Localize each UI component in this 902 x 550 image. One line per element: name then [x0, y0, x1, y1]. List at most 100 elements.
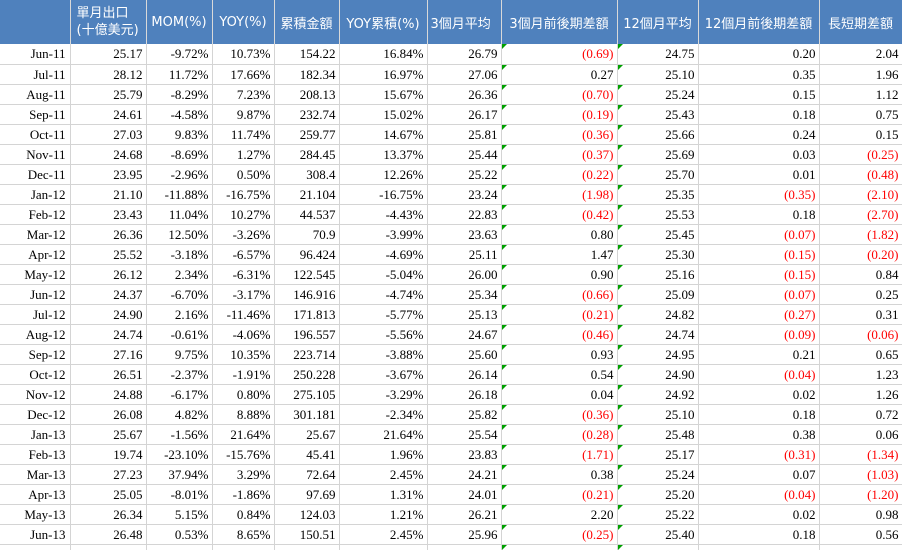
cell-mom[interactable]: -11.88% [146, 184, 213, 205]
cell-monthly-export[interactable]: 26.12 [70, 264, 147, 285]
cell-month[interactable]: Aug-11 [0, 84, 71, 105]
cell-mom[interactable]: 0.53% [146, 524, 213, 545]
cell-long-short-diff[interactable]: (0.25) [819, 144, 902, 165]
cell-mom[interactable]: -2.37% [146, 364, 213, 385]
cell-3m-diff[interactable]: 1.47 [501, 244, 618, 265]
cell-yoy-cumulative[interactable]: 21.64% [339, 424, 428, 445]
cell-long-short-diff[interactable]: (0.20) [819, 244, 902, 265]
cell-3m-diff[interactable]: 0.38 [501, 464, 618, 485]
cell-mom[interactable]: 2.34% [146, 264, 213, 285]
cell-mom[interactable]: 11.04% [146, 204, 213, 225]
cell-month[interactable]: Jul-13 [0, 544, 71, 550]
cell-12m-diff[interactable]: 0.03 [698, 144, 820, 165]
cell-12m-avg[interactable]: 25.16 [617, 264, 699, 285]
cell-long-short-diff[interactable]: 0.25 [819, 284, 902, 305]
cell-monthly-export[interactable]: 21.10 [70, 184, 147, 205]
cell-monthly-export[interactable]: 23.95 [70, 164, 147, 185]
cell-yoy-cumulative[interactable]: -4.69% [339, 244, 428, 265]
cell-cumulative[interactable]: 45.41 [274, 444, 340, 465]
cell-yoy[interactable]: 10.27% [212, 204, 275, 225]
cell-monthly-export[interactable]: 26.08 [70, 404, 147, 425]
cell-yoy[interactable]: 1.62% [212, 544, 275, 550]
cell-3m-diff[interactable]: (0.37) [501, 144, 618, 165]
cell-12m-diff[interactable]: (0.27) [698, 304, 820, 325]
cell-month[interactable]: Jul-11 [0, 64, 71, 85]
header-cell-yoy-cumulative[interactable]: YOY累積(%) [339, 0, 428, 44]
cell-yoy-cumulative[interactable]: 15.02% [339, 104, 428, 125]
cell-yoy[interactable]: 1.27% [212, 144, 275, 165]
cell-3m-diff[interactable]: 0.80 [501, 224, 618, 245]
cell-3m-diff[interactable]: 0.27 [501, 64, 618, 85]
cell-yoy-cumulative[interactable]: -3.99% [339, 224, 428, 245]
cell-month[interactable]: Jan-13 [0, 424, 71, 445]
header-cell-monthly-export[interactable]: 單月出口 (十億美元) [70, 0, 147, 44]
cell-12m-diff[interactable]: (0.07) [698, 224, 820, 245]
cell-12m-avg[interactable]: 25.24 [617, 84, 699, 105]
cell-12m-avg[interactable]: 25.35 [617, 184, 699, 205]
cell-long-short-diff[interactable]: 1.23 [819, 364, 902, 385]
cell-mom[interactable]: 9.83% [146, 124, 213, 145]
cell-12m-avg[interactable]: 25.43 [617, 104, 699, 125]
cell-monthly-export[interactable]: 25.05 [70, 484, 147, 505]
cell-long-short-diff[interactable]: (1.34) [819, 444, 902, 465]
cell-mom[interactable]: 9.75% [146, 344, 213, 365]
cell-yoy[interactable]: 3.29% [212, 464, 275, 485]
cell-month[interactable]: May-13 [0, 504, 71, 525]
cell-12m-avg[interactable]: 25.48 [617, 424, 699, 445]
header-cell-long-short-diff[interactable]: 長短期差額 [819, 0, 902, 44]
cell-3m-avg[interactable]: 27.06 [427, 64, 502, 85]
cell-3m-diff[interactable]: (0.28) [501, 424, 618, 445]
cell-3m-diff[interactable]: (0.22) [501, 164, 618, 185]
cell-3m-avg[interactable]: 26.17 [427, 104, 502, 125]
cell-mom[interactable]: -2.96% [146, 164, 213, 185]
cell-yoy[interactable]: 17.66% [212, 64, 275, 85]
cell-month[interactable]: Jun-12 [0, 284, 71, 305]
cell-12m-diff[interactable]: 0.07 [698, 464, 820, 485]
cell-yoy[interactable]: -15.76% [212, 444, 275, 465]
cell-month[interactable]: Jun-11 [0, 44, 71, 65]
cell-12m-avg[interactable]: 25.53 [617, 204, 699, 225]
cell-12m-diff[interactable]: 0.18 [698, 204, 820, 225]
cell-long-short-diff[interactable]: 0.65 [819, 344, 902, 365]
cell-3m-avg[interactable]: 23.63 [427, 224, 502, 245]
cell-cumulative[interactable]: 259.77 [274, 124, 340, 145]
cell-3m-avg[interactable]: 24.67 [427, 324, 502, 345]
cell-yoy-cumulative[interactable]: 16.84% [339, 44, 428, 65]
cell-12m-diff[interactable]: 0.21 [698, 344, 820, 365]
cell-3m-diff[interactable]: (0.70) [501, 84, 618, 105]
cell-mom[interactable]: -8.01% [146, 484, 213, 505]
cell-mom[interactable]: -1.56% [146, 424, 213, 445]
cell-monthly-export[interactable]: 25.52 [70, 244, 147, 265]
cell-12m-diff[interactable]: (0.04) [698, 364, 820, 385]
cell-mom[interactable]: -4.46% [146, 544, 213, 550]
cell-mom[interactable]: 5.15% [146, 504, 213, 525]
cell-monthly-export[interactable]: 24.68 [70, 144, 147, 165]
cell-12m-avg[interactable]: 24.95 [617, 344, 699, 365]
cell-month[interactable]: Sep-11 [0, 104, 71, 125]
cell-cumulative[interactable]: 70.9 [274, 224, 340, 245]
cell-3m-avg[interactable]: 25.22 [427, 164, 502, 185]
cell-12m-diff[interactable]: 0.03 [698, 544, 820, 550]
cell-long-short-diff[interactable]: (2.70) [819, 204, 902, 225]
cell-12m-diff[interactable]: 0.02 [698, 384, 820, 405]
cell-mom[interactable]: 12.50% [146, 224, 213, 245]
cell-12m-diff[interactable]: 0.18 [698, 524, 820, 545]
cell-long-short-diff[interactable]: (1.82) [819, 224, 902, 245]
cell-12m-avg[interactable]: 25.20 [617, 484, 699, 505]
cell-3m-avg[interactable]: 25.11 [427, 244, 502, 265]
cell-cumulative[interactable]: 122.545 [274, 264, 340, 285]
cell-cumulative[interactable]: 196.557 [274, 324, 340, 345]
cell-yoy-cumulative[interactable]: -5.04% [339, 264, 428, 285]
cell-mom[interactable]: -9.72% [146, 44, 213, 65]
cell-yoy-cumulative[interactable]: 12.26% [339, 164, 428, 185]
cell-long-short-diff[interactable]: (1.03) [819, 464, 902, 485]
cell-3m-diff[interactable]: (0.36) [501, 124, 618, 145]
cell-month[interactable]: Feb-12 [0, 204, 71, 225]
cell-month[interactable]: Oct-12 [0, 364, 71, 385]
cell-cumulative[interactable]: 25.67 [274, 424, 340, 445]
cell-cumulative[interactable]: 146.916 [274, 284, 340, 305]
cell-long-short-diff[interactable]: 0.84 [819, 264, 902, 285]
cell-long-short-diff[interactable]: 0.72 [819, 404, 902, 425]
cell-yoy[interactable]: 8.65% [212, 524, 275, 545]
cell-mom[interactable]: -23.10% [146, 444, 213, 465]
